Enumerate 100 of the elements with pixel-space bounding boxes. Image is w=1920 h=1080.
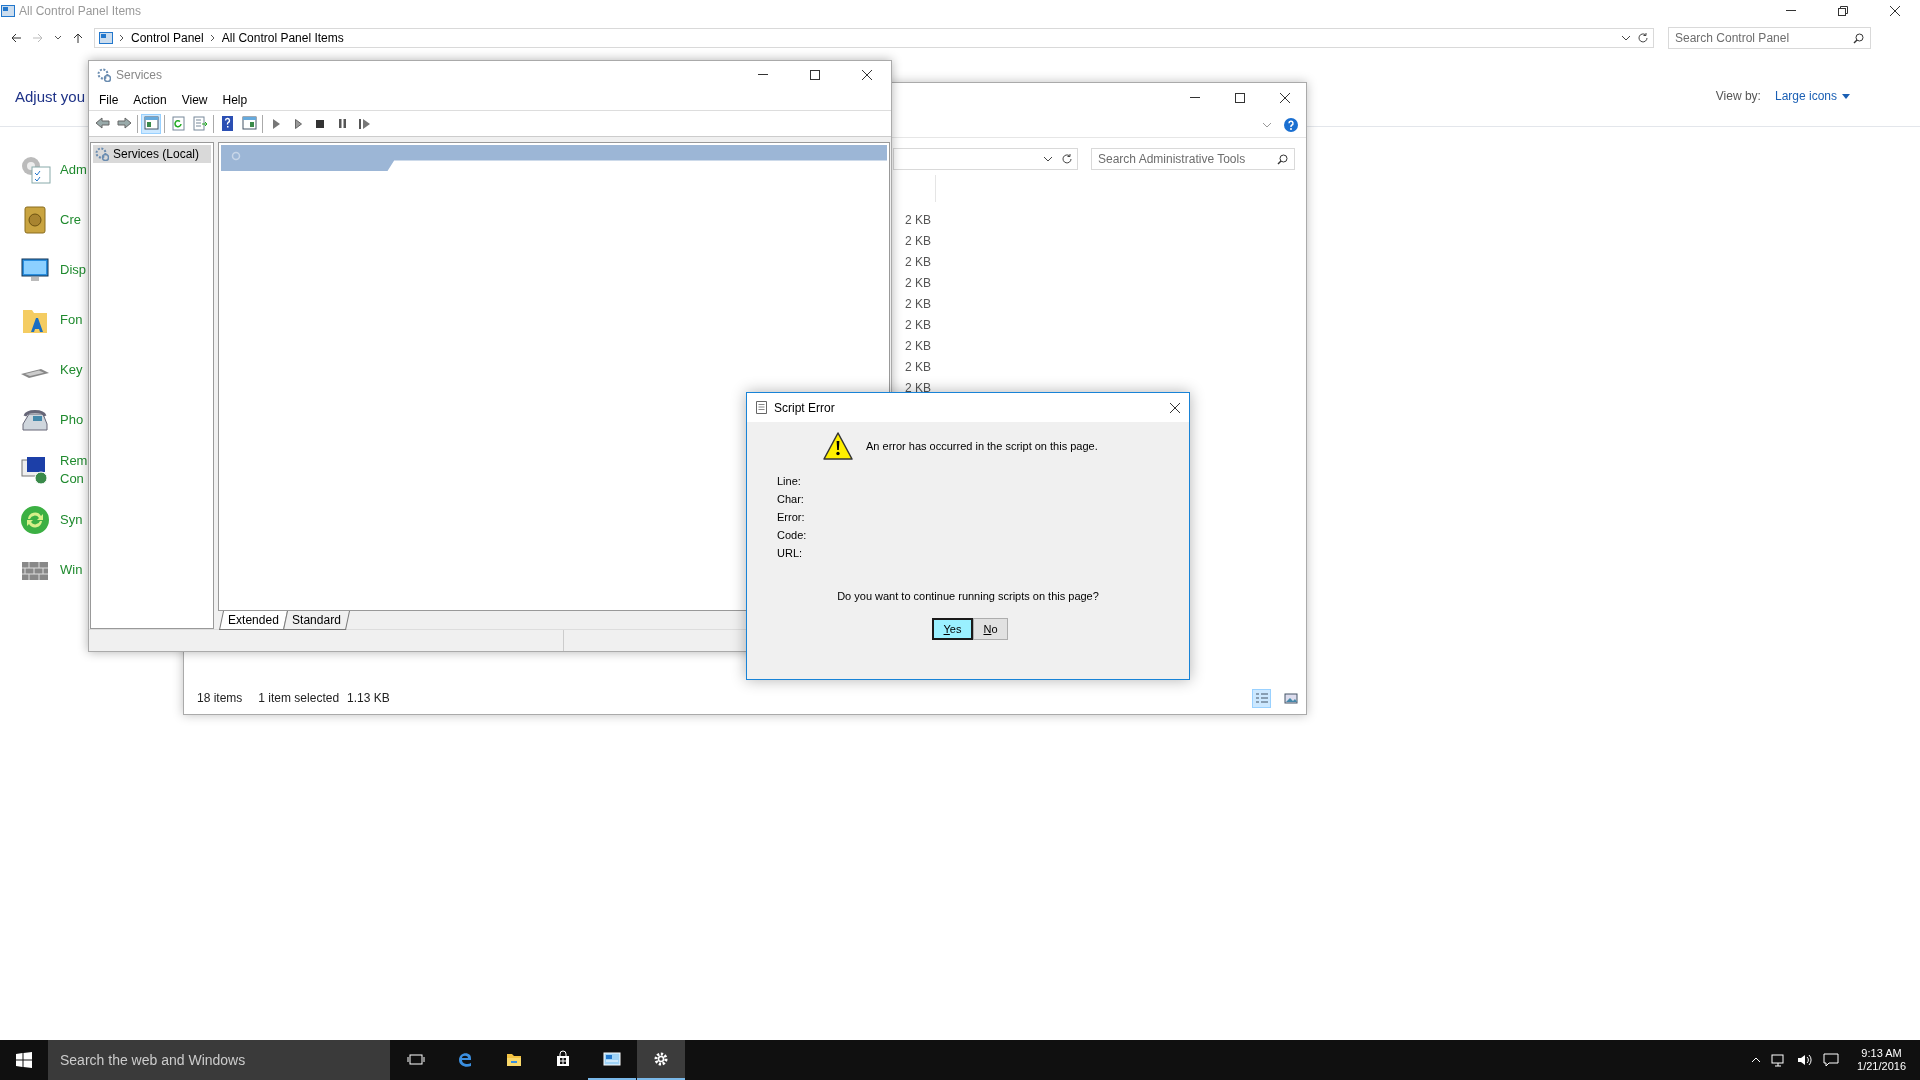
console-tree-button[interactable] (141, 113, 161, 134)
field-label: Line: (777, 474, 802, 489)
view-by-label: View by: (1715, 89, 1761, 103)
field-label: URL: (777, 546, 804, 561)
close-icon[interactable] (1169, 401, 1181, 414)
stop-icon (316, 119, 324, 128)
chevron-down-icon[interactable] (54, 34, 62, 42)
control-panel-icon (603, 1050, 621, 1068)
file-size: 2 KB (905, 380, 932, 397)
windows-logo-icon (16, 1052, 32, 1068)
browser-icon (456, 1050, 474, 1068)
menu-item[interactable]: View (174, 90, 216, 109)
clock-date: 1/21/2016 (1857, 1060, 1906, 1073)
file-size: 2 KB (905, 317, 932, 334)
item-label[interactable]: Fon (60, 311, 83, 329)
selection-info: 1 item selected (258, 691, 340, 705)
dialog-question: Do you want to continue running scripts on this page? (836, 590, 1100, 602)
chevron-right-icon (209, 34, 216, 42)
menu-item[interactable]: Help (215, 90, 256, 109)
chevron-up-icon[interactable] (1751, 1057, 1762, 1063)
gear-taskbar-button[interactable] (637, 1040, 685, 1080)
close-icon[interactable] (861, 69, 873, 81)
breadcrumb-item[interactable]: All Control Panel Items (221, 31, 344, 45)
search-field[interactable]: Search the web and Windows (48, 1040, 390, 1080)
tab[interactable]: Extended (219, 611, 288, 630)
sync-icon[interactable] (19, 504, 51, 536)
item-label[interactable]: Pho (60, 411, 84, 429)
warning-icon (822, 431, 854, 461)
caret-down-icon (1842, 93, 1850, 99)
shopping-bag-icon (554, 1050, 572, 1068)
item-label[interactable]: Key (60, 361, 83, 379)
clock[interactable]: 9:13 AM 1/21/2016 (1857, 1047, 1906, 1073)
address-bar[interactable]: Control Panel All Control Panel Items (94, 28, 1654, 48)
maximize-icon[interactable] (1234, 92, 1246, 104)
pause-icon (338, 119, 346, 128)
close-icon[interactable] (1279, 92, 1291, 104)
file-size: 2 KB (905, 212, 932, 229)
item-label[interactable]: Rem Con (60, 452, 88, 488)
item-label[interactable]: Syn (60, 511, 83, 529)
clock-time: 9:13 AM (1861, 1047, 1902, 1060)
list-icon (1254, 692, 1269, 704)
no-button[interactable]: No (973, 618, 1008, 640)
dialog-title: Script Error (774, 400, 836, 415)
field-label: Code: (777, 528, 808, 543)
window-title: All Control Panel Items (19, 4, 143, 18)
image-icon (1283, 692, 1298, 704)
document-icon (756, 401, 767, 414)
notification-icon[interactable] (1823, 1053, 1840, 1067)
item-count: 18 items (197, 691, 243, 705)
file-size: 2 KB (905, 296, 932, 313)
control-panel-icon (1, 5, 15, 17)
back-arrow-icon[interactable] (10, 32, 22, 44)
volume-icon[interactable] (1797, 1053, 1814, 1067)
error-message: An error has occurred in the script on this page. (866, 440, 1098, 452)
console-tree-icon (142, 115, 160, 132)
item-label[interactable]: Adm (60, 161, 87, 179)
action-pane-icon (240, 115, 258, 132)
refresh-icon (169, 115, 187, 132)
search-placeholder: Search Control Panel (1675, 31, 1790, 45)
file-size: 2 KB (905, 338, 932, 355)
refresh-icon[interactable] (1061, 153, 1073, 165)
menu-item[interactable]: File (92, 90, 127, 109)
item-label[interactable]: Cre (60, 211, 81, 229)
play-icon (294, 118, 302, 129)
item-label[interactable]: Disp (60, 261, 86, 279)
up-arrow-icon[interactable] (72, 32, 84, 44)
control-panel-icon (99, 32, 113, 44)
search-icon[interactable] (1277, 153, 1288, 165)
tab[interactable]: Standard (282, 611, 350, 630)
close-icon[interactable] (1889, 5, 1901, 17)
item-label[interactable]: Win (60, 561, 83, 579)
page-heading: Adjust you (15, 87, 86, 105)
chevron-down-icon[interactable] (1621, 34, 1631, 42)
field-label: Char: (777, 492, 805, 507)
tree-item[interactable]: Services (Local) (93, 145, 211, 163)
forward-arrow-icon (115, 115, 133, 132)
gear-icon (652, 1050, 670, 1068)
restore-icon[interactable] (1837, 5, 1849, 17)
file-size: 2 KB (905, 275, 932, 292)
chevron-down-icon[interactable] (1043, 155, 1053, 163)
search-placeholder: Search Administrative Tools (1098, 152, 1246, 166)
play-icon (272, 118, 280, 129)
menu-item[interactable]: Action (126, 90, 175, 109)
file-size: 2 KB (905, 254, 932, 271)
search-field[interactable]: Search Administrative Tools (1091, 148, 1295, 170)
help-icon[interactable] (1284, 118, 1298, 132)
details-view-button[interactable] (1252, 688, 1271, 708)
breadcrumb-item[interactable]: Control Panel (131, 31, 204, 45)
search-icon[interactable] (1853, 32, 1864, 44)
view-mode-link[interactable]: Large icons (1774, 89, 1850, 103)
selection-size: 1.13 KB (347, 691, 390, 705)
file-size: 2 KB (905, 233, 932, 250)
yes-button[interactable]: Yes (932, 618, 973, 640)
field-label: Error: (777, 510, 806, 525)
search-field[interactable]: Search Control Panel (1668, 27, 1871, 49)
chevron-right-icon (119, 34, 125, 42)
gear-checklist-icon[interactable] (19, 154, 51, 186)
maximize-icon[interactable] (809, 69, 821, 81)
search-placeholder: Search the web and Windows (60, 1052, 246, 1068)
refresh-icon[interactable] (1637, 32, 1649, 44)
